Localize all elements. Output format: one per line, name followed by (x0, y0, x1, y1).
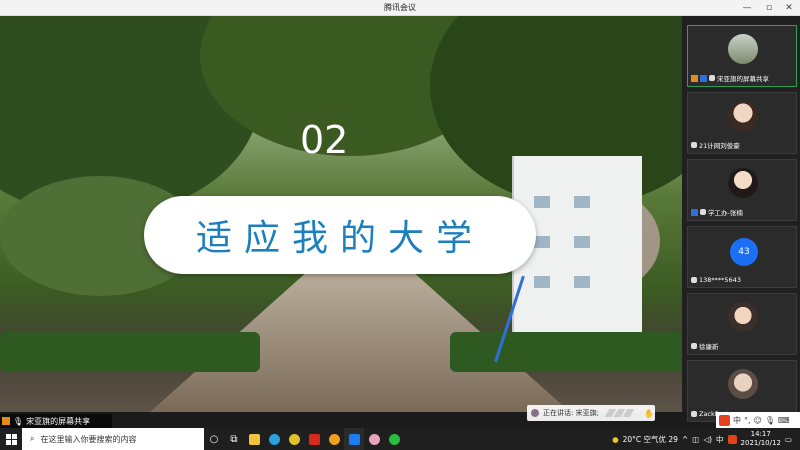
speaker-avatar (531, 409, 539, 417)
participant-name: 徐康新 (699, 343, 719, 351)
tencent-meeting-icon[interactable] (344, 428, 364, 450)
clock[interactable]: 14:17 2021/10/12 (741, 430, 781, 448)
speaking-label: 正在讲话: 宋亚旗; (543, 409, 599, 417)
cortana-icon[interactable]: ○ (204, 428, 224, 450)
participant-name: 宋亚旗的屏幕共享 (717, 75, 769, 83)
network-icon[interactable]: ◫ (692, 435, 699, 444)
shared-screen-view: 02 适应我的大学 (0, 16, 682, 412)
minimize-button[interactable]: — (740, 1, 754, 15)
app-icon[interactable] (364, 428, 384, 450)
ime-mode[interactable]: 中 (733, 415, 741, 426)
emoji-icon[interactable]: ☺ (754, 416, 762, 425)
speaking-indicator: 正在讲话: 宋亚旗; ✋ (527, 405, 655, 421)
volume-icon[interactable]: ◁) (703, 435, 712, 444)
notification-icon[interactable]: ▭ (785, 435, 792, 444)
punctuation-icon[interactable]: °, (744, 416, 751, 425)
mic-icon: 🎙 (13, 416, 24, 426)
participant-tile[interactable]: 徐康新 (687, 293, 797, 355)
participant-tile[interactable]: 21计网刘俊豪 (687, 92, 797, 154)
participant-tile[interactable]: 学工办-张楠 (687, 159, 797, 221)
share-label: 宋亚旗的屏幕共享 (26, 416, 91, 426)
participant-label: 徐康新 (691, 341, 719, 351)
weather-icon: ● (612, 434, 619, 444)
host-icon (2, 417, 10, 425)
mic-icon (709, 75, 715, 81)
avatar (728, 34, 758, 64)
sogou-icon (719, 414, 730, 426)
ime-indicator[interactable]: 中 (716, 434, 724, 445)
raise-hand-icon[interactable]: ✋ (644, 409, 654, 418)
participant-label: 21计网刘俊豪 (691, 140, 740, 150)
avatar: 43 (730, 238, 758, 266)
keyboard-icon[interactable]: ⌨ (778, 416, 790, 425)
task-view-icon[interactable]: ⧉ (224, 428, 244, 450)
file-explorer-icon[interactable] (244, 428, 264, 450)
window-title: 腾讯会议 (384, 3, 416, 12)
clock-time: 14:17 (750, 430, 771, 438)
mic-muted-icon (700, 209, 706, 215)
maximize-button[interactable]: ▫ (762, 1, 776, 15)
mic-muted-icon (691, 343, 697, 349)
window-titlebar: 腾讯会议 — ▫ ✕ (0, 0, 800, 16)
slide-title: 适应我的大学 (195, 218, 484, 259)
participant-label: 学工办-张楠 (691, 207, 743, 217)
start-button[interactable] (0, 428, 22, 450)
browser-icon[interactable] (284, 428, 304, 450)
avatar (728, 168, 758, 198)
slide-number: 02 (300, 118, 349, 162)
tray-overflow-icon[interactable]: ^ (682, 435, 688, 444)
mic-muted-icon (691, 277, 697, 283)
hedge (0, 332, 260, 372)
participant-name: 138****5643 (699, 276, 741, 284)
avatar (728, 369, 758, 399)
avatar (728, 302, 758, 332)
participants-panel: 宋亚旗的屏幕共享 21计网刘俊豪 学工办-张楠 43 138****5643 徐… (682, 16, 800, 422)
participant-icon (691, 208, 698, 216)
system-tray: ● 20°C 空气优 29 ^ ◫ ◁) 中 14:17 2021/10/12 … (612, 428, 800, 450)
speaker-list (604, 409, 635, 417)
edge-icon[interactable] (264, 428, 284, 450)
close-button[interactable]: ✕ (782, 1, 796, 15)
participant-name: 学工办-张楠 (708, 209, 743, 217)
host-icon (691, 74, 698, 82)
slide-title-banner: 适应我的大学 (144, 196, 536, 274)
search-placeholder: 在这里输入你要搜索的内容 (40, 434, 137, 444)
weather-text[interactable]: 20°C 空气优 29 (623, 434, 678, 445)
ime-toolbar[interactable]: 中 °, ☺ 🎙 ⌨ (716, 412, 800, 428)
hedge (450, 332, 682, 372)
windows-taskbar: ⌕ 在这里输入你要搜索的内容 ○ ⧉ ● 20°C 空气优 29 ^ ◫ ◁) … (0, 428, 800, 450)
mic-muted-icon (691, 142, 697, 148)
clock-date: 2021/10/12 (740, 439, 781, 447)
sogou-tray-icon[interactable] (727, 434, 737, 444)
screen-share-indicator[interactable]: 🎙 宋亚旗的屏幕共享 (0, 414, 112, 428)
participant-name: 21计网刘俊豪 (699, 142, 740, 150)
mic-icon[interactable]: 🎙 (765, 416, 775, 425)
wps-icon[interactable] (304, 428, 324, 450)
participant-tile[interactable]: 43 138****5643 (687, 226, 797, 288)
windows-logo-icon (5, 433, 17, 445)
wechat-icon[interactable] (384, 428, 404, 450)
taskbar-search-box[interactable]: ⌕ 在这里输入你要搜索的内容 (22, 428, 204, 450)
search-icon: ⌕ (30, 434, 35, 443)
participant-tile[interactable]: 宋亚旗的屏幕共享 (687, 25, 797, 87)
participant-label: 宋亚旗的屏幕共享 (691, 73, 769, 83)
avatar (728, 101, 758, 131)
participant-label: 138****5643 (691, 276, 741, 284)
app-icon[interactable] (324, 428, 344, 450)
screen-share-icon (700, 74, 707, 82)
mic-muted-icon (691, 411, 697, 417)
